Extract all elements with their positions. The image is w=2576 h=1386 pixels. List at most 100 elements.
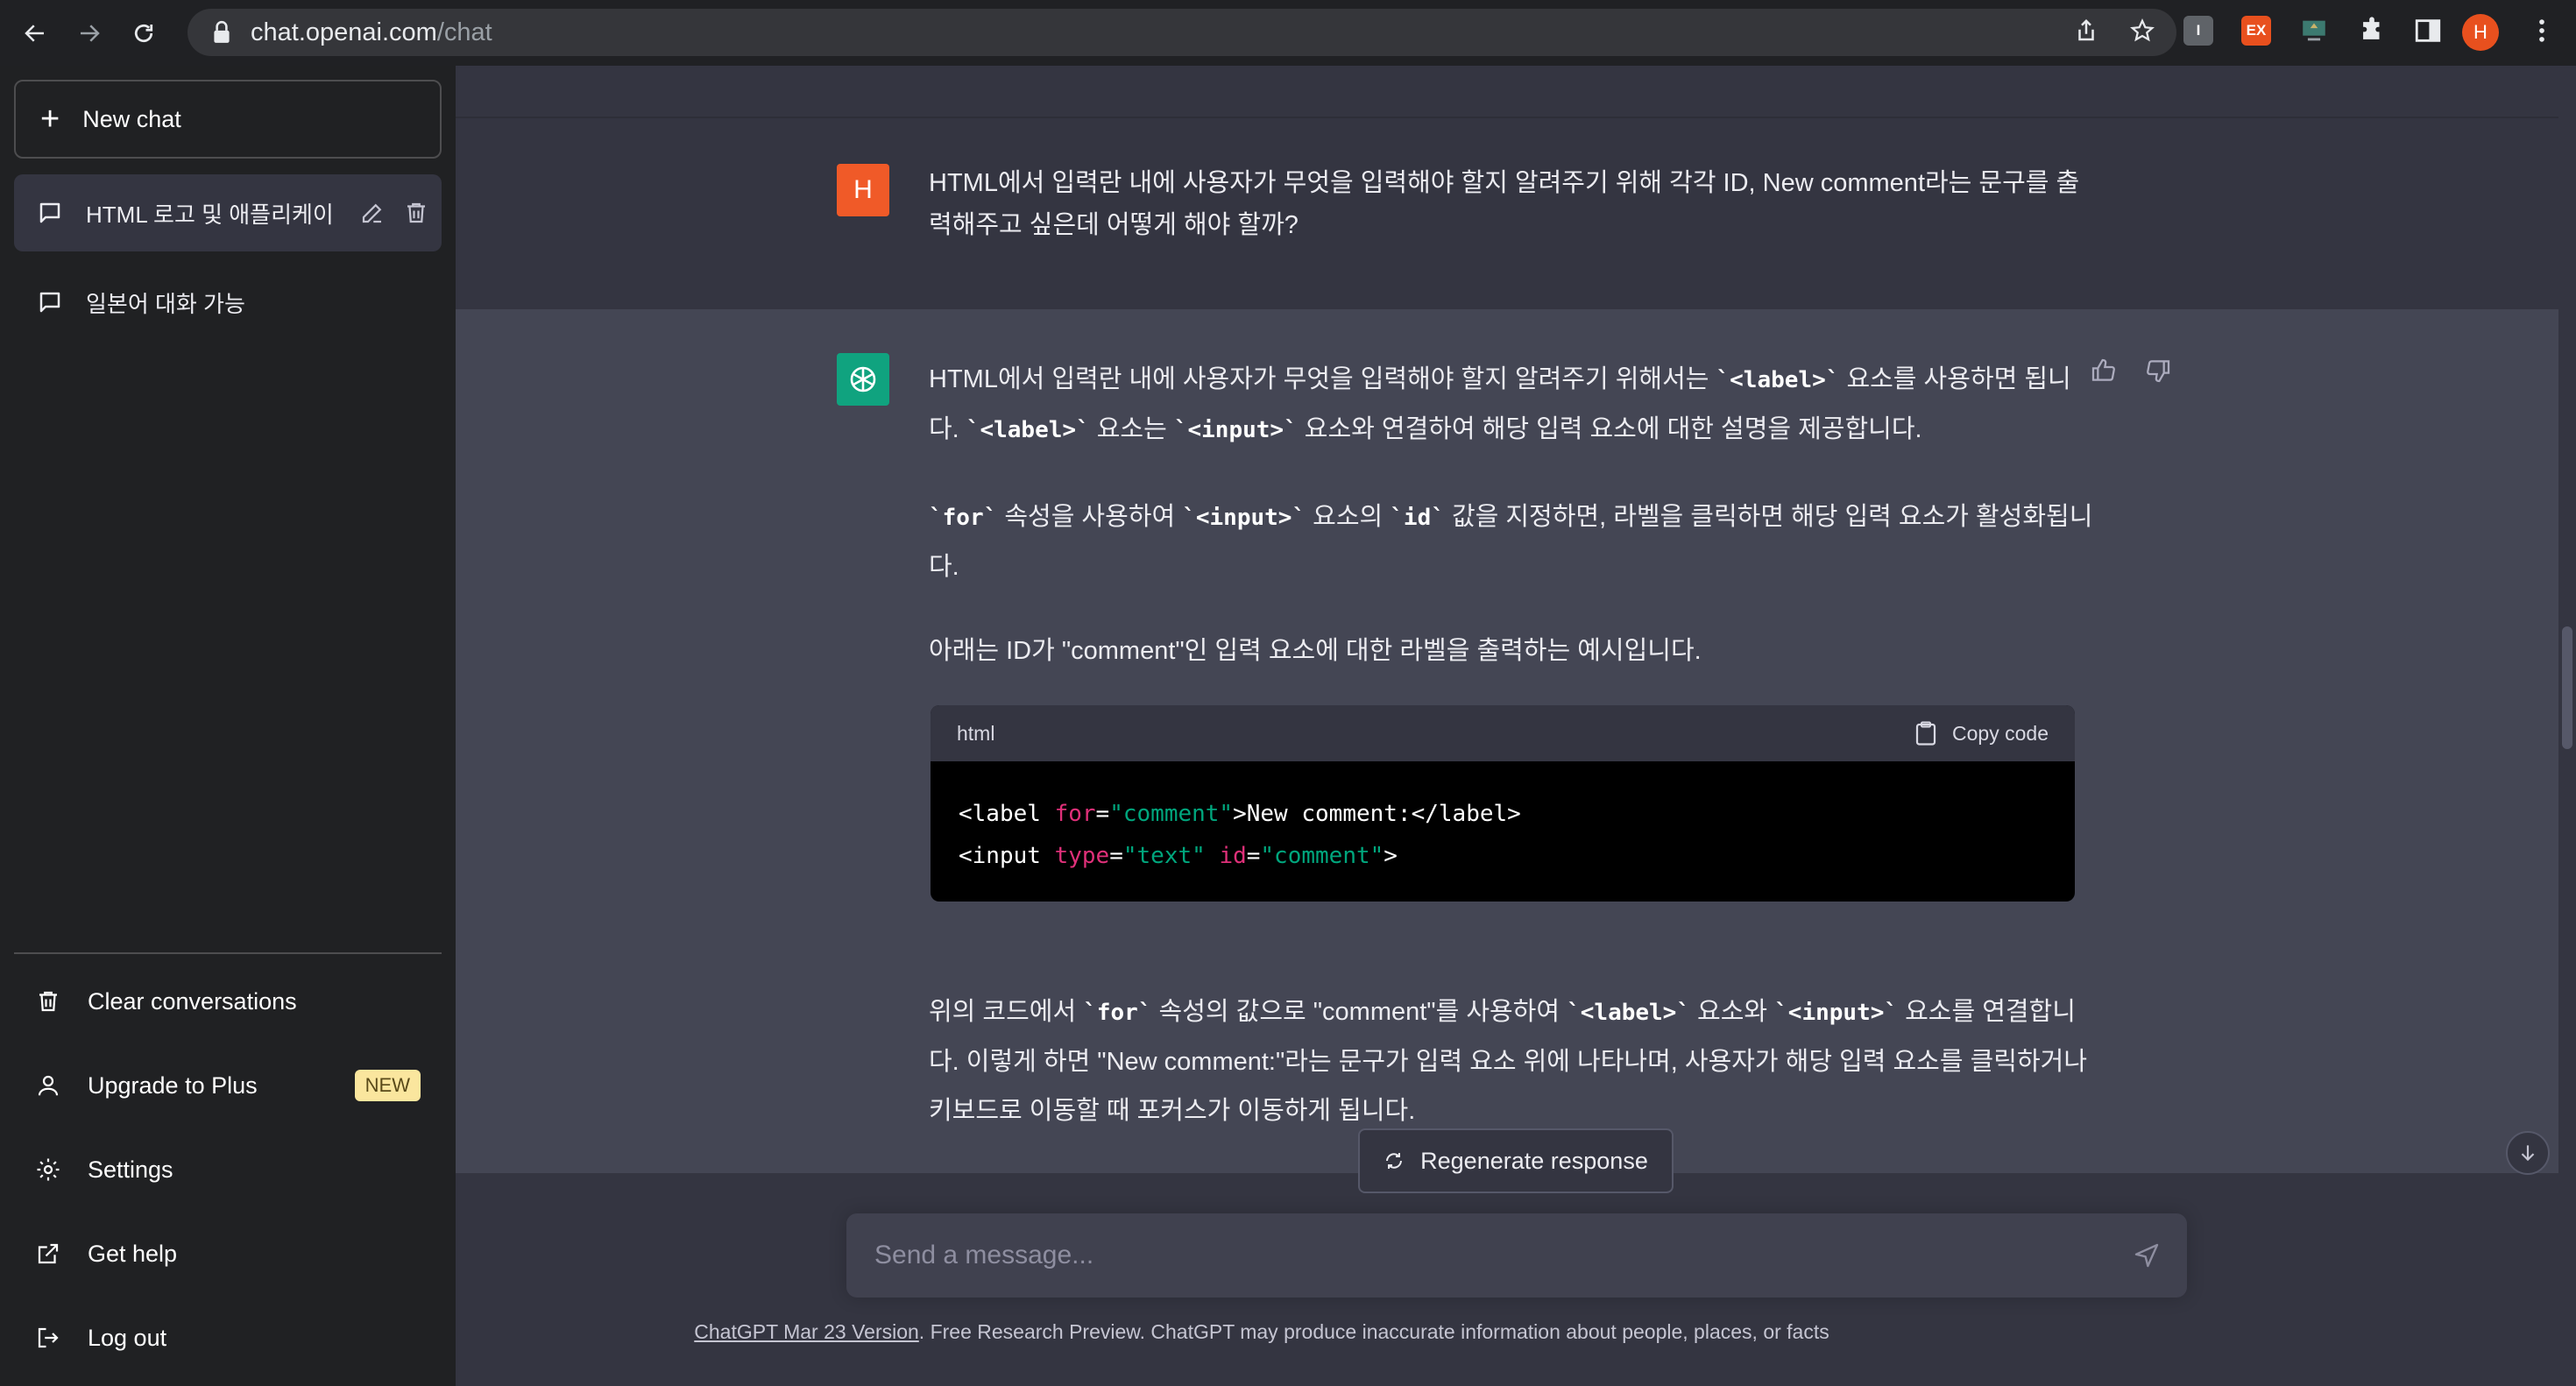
code-line-1: <label for="comment">New comment:</label… [959, 793, 2047, 835]
scroll-to-bottom-button[interactable] [2506, 1131, 2550, 1175]
forward-button[interactable] [70, 14, 109, 53]
profile-button[interactable]: H [2462, 14, 2499, 51]
user-icon [38, 1075, 59, 1096]
assistant-avatar [837, 353, 889, 406]
inline-code: `for` [1083, 1000, 1152, 1026]
side-panel-button[interactable] [2413, 16, 2443, 46]
extension-ex-label: EX [2241, 16, 2271, 46]
text-span: HTML에서 입력란 내에 사용자가 무엇을 입력해야 할지 알려주기 위해서는 [929, 365, 1716, 393]
upgrade-to-plus-label: Upgrade to Plus [88, 1071, 258, 1099]
log-out-label: Log out [88, 1324, 167, 1351]
assistant-paragraph-3: 아래는 ID가 "comment"인 입력 요소에 대한 라벨을 출력하는 예시… [929, 637, 1702, 665]
log-out-icon [38, 1327, 59, 1348]
assistant-paragraph-1: HTML에서 입력란 내에 사용자가 무엇을 입력해야 할지 알려주기 위해서는… [929, 355, 2094, 455]
refresh-icon [1386, 1153, 1403, 1169]
share-icon[interactable] [2073, 18, 2099, 44]
inline-code: `<label>` [1716, 367, 1840, 393]
user-message-text: HTML에서 입력란 내에 사용자가 무엇을 입력해야 할지 알려주기 위해 각… [929, 169, 2080, 239]
clear-conversations-button[interactable]: Clear conversations [14, 966, 442, 1036]
url-path: /chat [436, 18, 492, 46]
message-composer [846, 1213, 2187, 1298]
address-bar[interactable]: chat.openai.com/chat [188, 9, 2176, 56]
arrow-left-icon [25, 24, 44, 42]
text-span: 위의 코드에서 [929, 998, 1084, 1026]
url-text: chat.openai.com/chat [251, 18, 492, 47]
extension-i-label: I [2183, 16, 2213, 46]
back-button[interactable] [16, 14, 54, 53]
conversation-item-active[interactable]: HTML 로고 및 애플리케이 [14, 174, 442, 251]
lock-icon [214, 20, 230, 43]
footer-disclaimer: ChatGPT Mar 23 Version. Free Research Pr… [456, 1320, 2068, 1344]
code-token: > [1384, 843, 1398, 869]
kebab-menu-icon [2539, 19, 2544, 42]
extension-monitor[interactable] [2299, 16, 2329, 46]
openai-logo-icon [850, 366, 876, 392]
upgrade-to-plus-button[interactable]: Upgrade to Plus NEW [14, 1050, 442, 1121]
thumbs-down-icon[interactable] [2144, 357, 2172, 385]
browser-toolbar: chat.openai.com/chat I EX H [0, 0, 2576, 66]
reload-button[interactable] [124, 14, 163, 53]
regenerate-label: Regenerate response [1420, 1147, 1648, 1174]
inline-code: `<input>` [1182, 505, 1306, 531]
trash-icon[interactable] [403, 200, 429, 226]
code-token: for [1054, 801, 1096, 827]
trash-icon [39, 991, 57, 1012]
chat-bubble-icon [39, 292, 60, 313]
copy-code-button[interactable]: Copy code [1914, 720, 2049, 746]
send-icon[interactable] [2133, 1241, 2161, 1269]
inline-code: `for` [929, 505, 998, 531]
new-chat-label: New chat [82, 105, 181, 132]
new-badge: NEW [354, 1070, 421, 1101]
conversation-title: 일본어 대화 가능 [86, 290, 245, 317]
code-token: = [1109, 843, 1123, 869]
text-span: 요소와 [1690, 998, 1775, 1026]
code-token: type [1054, 843, 1110, 869]
regenerate-response-button[interactable]: Regenerate response [1358, 1128, 1674, 1193]
code-block: html Copy code <label for="comment">New … [931, 705, 2075, 902]
settings-label: Settings [88, 1156, 173, 1183]
conversation-title: HTML 로고 및 애플리케이 [86, 201, 334, 228]
gear-icon [37, 1158, 60, 1181]
edit-pencil-icon[interactable] [359, 200, 386, 226]
conversation-item[interactable]: 일본어 대화 가능 [14, 264, 442, 341]
code-token: = [1095, 801, 1110, 827]
browser-menu-button[interactable] [2527, 16, 2557, 46]
log-out-button[interactable]: Log out [14, 1303, 442, 1373]
code-block-header: html Copy code [931, 705, 2075, 761]
text-span: 요소의 [1306, 503, 1391, 531]
sidebar-divider [14, 952, 442, 954]
version-link[interactable]: ChatGPT Mar 23 Version [694, 1320, 919, 1343]
code-token: "comment" [1109, 801, 1234, 827]
code-token: <input [959, 843, 1055, 869]
extension-ex[interactable]: EX [2241, 16, 2271, 46]
clear-conversations-label: Clear conversations [88, 987, 297, 1015]
settings-button[interactable]: Settings [14, 1135, 442, 1205]
inline-code: `id` [1390, 505, 1445, 531]
get-help-button[interactable]: Get help [14, 1219, 442, 1289]
user-avatar: H [837, 164, 889, 216]
chat-main: H HTML에서 입력란 내에 사용자가 무엇을 입력해야 할지 알려주기 위해… [456, 66, 2558, 1386]
inline-code: `<label>` [966, 417, 1090, 443]
bookmark-star-icon[interactable] [2129, 18, 2155, 44]
clipboard-icon [1915, 721, 1936, 746]
puzzle-icon [2363, 17, 2380, 39]
disclaimer-text: . Free Research Preview. ChatGPT may pro… [918, 1320, 1829, 1343]
profile-avatar: H [2462, 14, 2499, 51]
extensions-button[interactable] [2357, 16, 2387, 46]
url-host: chat.openai.com [251, 18, 437, 46]
code-token: "comment" [1260, 843, 1384, 869]
new-chat-button[interactable]: + New chat [14, 80, 442, 159]
extension-i[interactable]: I [2183, 16, 2213, 46]
feedback-buttons [2090, 357, 2172, 385]
text-span: 요소는 [1089, 415, 1174, 443]
scrollbar-thumb[interactable] [2562, 626, 2572, 749]
message-input[interactable] [874, 1241, 2101, 1270]
assistant-paragraph-2: `for` 속성을 사용하여 `<input>` 요소의 `id` 값을 지정하… [929, 492, 2094, 591]
text-span: 속성을 사용하여 [997, 503, 1183, 531]
code-token: id [1219, 843, 1247, 869]
code-language-label: html [957, 721, 995, 745]
code-token: "text" [1122, 843, 1206, 869]
text-span: 속성의 값으로 "comment"를 사용하여 [1151, 998, 1568, 1026]
get-help-label: Get help [88, 1240, 178, 1267]
inline-code: `<label>` [1567, 1000, 1690, 1026]
